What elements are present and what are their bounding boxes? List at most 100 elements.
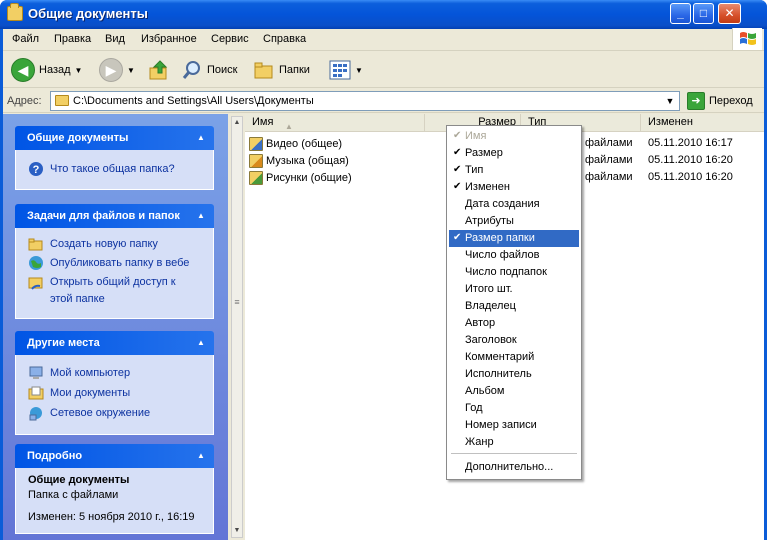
menu-bar: Файл Правка Вид Избранное Сервис Справка bbox=[3, 28, 764, 51]
panel-tasks: Задачи для файлов и папок ▲ Создать нову… bbox=[15, 204, 214, 319]
menu-item-column[interactable]: Номер записи bbox=[449, 417, 579, 434]
collapse-chevron-icon[interactable]: ▲ bbox=[194, 209, 208, 223]
menu-item-label: Дата создания bbox=[465, 198, 540, 210]
back-button[interactable]: ◀ Назад ▼ bbox=[11, 57, 82, 83]
place-network[interactable]: Сетевое окружение bbox=[28, 405, 150, 422]
task-what-is-shared[interactable]: ? Что такое общая папка? bbox=[28, 161, 175, 178]
collapse-chevron-icon[interactable]: ▲ bbox=[194, 449, 208, 463]
menu-item-column[interactable]: Число подпапок bbox=[449, 264, 579, 281]
task-new-folder[interactable]: Создать новую папку bbox=[28, 236, 158, 253]
menu-edit[interactable]: Правка bbox=[54, 33, 91, 45]
panel-details: Подробно ▲ Общие документы Папка с файла… bbox=[15, 444, 214, 534]
windows-flag-icon bbox=[740, 32, 756, 45]
menu-item-column[interactable]: ✔ Изменен bbox=[449, 179, 579, 196]
file-type: файлами bbox=[585, 137, 633, 149]
menu-help[interactable]: Справка bbox=[263, 33, 306, 45]
panel-header[interactable]: Другие места ▲ bbox=[15, 331, 214, 355]
panel-body: Создать новую папку Опубликовать папку в… bbox=[15, 228, 214, 319]
panel-header[interactable]: Задачи для файлов и папок ▲ bbox=[15, 204, 214, 228]
minimize-button[interactable]: _ bbox=[670, 3, 691, 24]
file-row[interactable]: Рисунки (общие) bbox=[249, 170, 352, 186]
menu-item-label: Жанр bbox=[465, 436, 494, 448]
file-modified: 05.11.2010 16:17 bbox=[648, 137, 733, 149]
menu-item-column[interactable]: Число файлов bbox=[449, 247, 579, 264]
task-publish-web[interactable]: Опубликовать папку в вебе bbox=[28, 255, 189, 272]
place-my-computer[interactable]: Мой компьютер bbox=[28, 365, 130, 382]
menu-item-label: Автор bbox=[465, 317, 496, 329]
menu-view[interactable]: Вид bbox=[105, 33, 125, 45]
column-modified[interactable]: Изменен bbox=[641, 114, 764, 132]
panel-title: Подробно bbox=[27, 450, 83, 462]
menu-item-column[interactable]: Автор bbox=[449, 315, 579, 332]
scroll-grip-icon[interactable]: ≡ bbox=[233, 297, 241, 317]
task-label: Создать новую папку bbox=[50, 238, 158, 250]
forward-dropdown-icon[interactable]: ▼ bbox=[127, 66, 135, 75]
folder-icon bbox=[249, 137, 263, 151]
menu-item-column[interactable]: Жанр bbox=[449, 434, 579, 451]
windows-logo bbox=[732, 28, 762, 50]
menu-item-more[interactable]: Дополнительно... bbox=[449, 459, 579, 476]
checkmark-icon: ✔ bbox=[453, 130, 462, 141]
task-pane-scrollbar[interactable]: ▲ ≡ ▼ bbox=[231, 116, 243, 538]
menu-item-column[interactable]: Комментарий bbox=[449, 349, 579, 366]
menu-favorites[interactable]: Избранное bbox=[141, 33, 197, 45]
menu-item-column[interactable]: Исполнитель bbox=[449, 366, 579, 383]
task-label: Сетевое окружение bbox=[50, 407, 151, 419]
scroll-up-icon[interactable]: ▲ bbox=[232, 117, 242, 129]
task-label: Открыть общий доступ к этой папке bbox=[50, 274, 176, 308]
views-button[interactable]: ▼ bbox=[329, 57, 363, 83]
menu-item-label: Владелец bbox=[465, 300, 516, 312]
checkmark-icon: ✔ bbox=[453, 181, 462, 192]
menu-tools[interactable]: Сервис bbox=[211, 33, 249, 45]
address-input[interactable]: C:\Documents and Settings\All Users\Доку… bbox=[50, 91, 680, 111]
menu-item-column[interactable]: ✔ Размер bbox=[449, 145, 579, 162]
menu-item-column[interactable]: Год bbox=[449, 400, 579, 417]
title-bar[interactable]: Общие документы _ □ ✕ bbox=[0, 0, 767, 29]
folders-button[interactable]: Папки bbox=[253, 57, 310, 83]
back-label: Назад bbox=[39, 64, 71, 76]
maximize-button[interactable]: □ bbox=[693, 3, 714, 24]
panel-header[interactable]: Общие документы ▲ bbox=[15, 126, 214, 150]
folder-up-icon bbox=[149, 60, 168, 80]
menu-item-column[interactable]: ✔ Имя bbox=[449, 128, 579, 145]
menu-item-column[interactable]: Атрибуты bbox=[449, 213, 579, 230]
task-share-folder[interactable]: Открыть общий доступ к этой папке bbox=[28, 274, 176, 308]
up-button[interactable] bbox=[148, 57, 170, 83]
details-name: Общие документы bbox=[28, 474, 130, 486]
menu-separator bbox=[451, 453, 577, 454]
panel-body: Мой компьютер Мои документы Сетевое окру… bbox=[15, 355, 214, 435]
views-dropdown-icon[interactable]: ▼ bbox=[355, 66, 363, 75]
go-button[interactable]: ➜ Переход bbox=[687, 92, 753, 110]
close-button[interactable]: ✕ bbox=[718, 3, 741, 24]
address-bar: Адрес: C:\Documents and Settings\All Use… bbox=[3, 89, 764, 113]
menu-item-column[interactable]: Альбом bbox=[449, 383, 579, 400]
file-row[interactable]: Музыка (общая) bbox=[249, 153, 349, 169]
network-icon bbox=[29, 407, 42, 421]
menu-file[interactable]: Файл bbox=[12, 33, 39, 45]
menu-item-column[interactable]: Владелец bbox=[449, 298, 579, 315]
forward-button[interactable]: ▶ ▼ bbox=[99, 57, 135, 83]
file-row[interactable]: Видео (общее) bbox=[249, 136, 342, 152]
documents-icon bbox=[28, 386, 44, 400]
svg-text:?: ? bbox=[33, 164, 40, 176]
task-label-line1: Открыть общий доступ к bbox=[50, 276, 176, 288]
place-my-documents[interactable]: Мои документы bbox=[28, 385, 130, 402]
menu-item-column[interactable]: Итого шт. bbox=[449, 281, 579, 298]
panel-body: ? Что такое общая папка? bbox=[15, 150, 214, 190]
menu-item-label: Исполнитель bbox=[465, 368, 532, 380]
go-label: Переход bbox=[709, 95, 753, 107]
search-button[interactable]: Поиск bbox=[181, 57, 237, 83]
menu-item-column[interactable]: ✔ Размер папки bbox=[449, 230, 579, 247]
collapse-chevron-icon[interactable]: ▲ bbox=[194, 131, 208, 145]
menu-item-column[interactable]: ✔ Тип bbox=[449, 162, 579, 179]
back-dropdown-icon[interactable]: ▼ bbox=[75, 66, 83, 75]
address-dropdown-icon[interactable]: ▼ bbox=[662, 93, 678, 109]
scroll-down-icon[interactable]: ▼ bbox=[232, 525, 242, 537]
menu-item-column[interactable]: Дата создания bbox=[449, 196, 579, 213]
column-name[interactable]: Имя ▲ bbox=[245, 114, 425, 132]
menu-item-label: Имя bbox=[465, 130, 487, 142]
menu-item-column[interactable]: Заголовок bbox=[449, 332, 579, 349]
panel-header[interactable]: Подробно ▲ bbox=[15, 444, 214, 468]
collapse-chevron-icon[interactable]: ▲ bbox=[194, 336, 208, 350]
panel-title: Задачи для файлов и папок bbox=[27, 210, 180, 222]
